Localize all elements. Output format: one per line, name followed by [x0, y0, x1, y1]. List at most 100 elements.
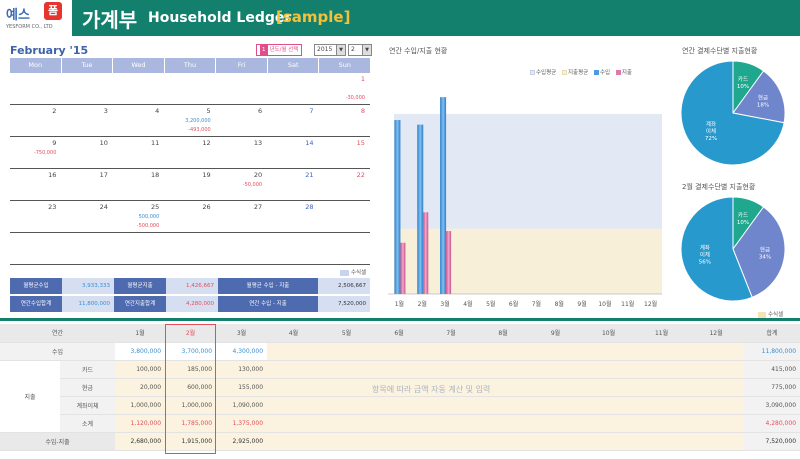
calendar-day-cell[interactable]: 20 -50,000 — [216, 169, 267, 200]
expense-cell[interactable] — [267, 414, 321, 433]
expense-cell[interactable] — [688, 414, 745, 433]
expense-cell[interactable]: 1,785,000 — [165, 414, 217, 433]
expense-cell[interactable] — [477, 414, 530, 433]
expense-cell[interactable] — [425, 414, 478, 433]
expense-cell[interactable] — [267, 360, 321, 379]
expense-cell[interactable] — [425, 396, 478, 415]
expense-cell[interactable] — [320, 396, 374, 415]
calendar-day-cell[interactable] — [10, 73, 61, 104]
expense-cell[interactable]: 1,000,000 — [165, 396, 217, 415]
calendar-day-cell[interactable]: 19 — [164, 169, 215, 200]
calendar-day-cell[interactable]: 18 — [113, 169, 164, 200]
calendar-day-cell[interactable]: 2 — [10, 105, 61, 136]
chevron-down-icon[interactable]: ▼ — [362, 45, 371, 55]
income-cell[interactable] — [582, 342, 636, 361]
calendar-day-cell[interactable]: 28 — [267, 201, 318, 232]
income-cell[interactable] — [320, 342, 374, 361]
calendar-day-cell[interactable]: 27 — [216, 201, 267, 232]
expense-cell[interactable]: 1,090,000 — [216, 396, 268, 415]
calendar-day-cell[interactable] — [164, 233, 215, 264]
calendar-day-cell[interactable]: 5 3,200,000 -493,000 — [164, 105, 215, 136]
calendar-day-cell[interactable] — [113, 73, 164, 104]
expense-cell[interactable] — [320, 414, 374, 433]
calendar-day-cell[interactable]: 22 — [319, 169, 370, 200]
expense-cell[interactable]: 130,000 — [216, 360, 268, 379]
calendar-day-cell[interactable]: 25 500,000 -500,000 — [113, 201, 164, 232]
expense-cell[interactable] — [688, 396, 745, 415]
expense-cell[interactable]: 155,000 — [216, 378, 268, 397]
income-cell[interactable]: 4,300,000 — [216, 342, 268, 361]
calendar-day-cell[interactable]: 13 — [216, 137, 267, 168]
expense-cell[interactable] — [373, 396, 426, 415]
calendar-day-cell[interactable] — [61, 73, 112, 104]
expense-cell[interactable] — [267, 396, 321, 415]
income-cell[interactable] — [373, 342, 426, 361]
calendar-day-cell[interactable]: 21 — [267, 169, 318, 200]
calendar-day-cell[interactable]: 9 -750,000 — [10, 137, 61, 168]
expense-cell[interactable] — [582, 396, 636, 415]
expense-cell[interactable] — [635, 414, 689, 433]
calendar-day-cell[interactable]: 1 -30,000 — [319, 73, 370, 104]
calendar-day-cell[interactable] — [10, 233, 61, 264]
income-cell[interactable] — [635, 342, 689, 361]
calendar-day-cell[interactable] — [319, 201, 370, 232]
expense-cell[interactable]: 20,000 — [115, 378, 166, 397]
income-cell[interactable] — [688, 342, 745, 361]
calendar-day-cell[interactable] — [216, 73, 267, 104]
chevron-down-icon[interactable]: ▼ — [336, 45, 345, 55]
calendar-day-cell[interactable] — [61, 233, 112, 264]
calendar-day-cell[interactable]: 7 — [267, 105, 318, 136]
expense-cell[interactable] — [582, 360, 636, 379]
expense-cell[interactable] — [529, 360, 583, 379]
calendar-day-cell[interactable]: 11 — [113, 137, 164, 168]
expense-cell[interactable]: 185,000 — [165, 360, 217, 379]
calendar-day-cell[interactable]: 24 — [61, 201, 112, 232]
calendar-day-cell[interactable]: 12 — [164, 137, 215, 168]
year-dropdown[interactable]: 2015 ▼ — [314, 44, 346, 56]
calendar-day-cell[interactable] — [267, 73, 318, 104]
expense-cell[interactable] — [635, 396, 689, 415]
expense-cell[interactable] — [425, 360, 478, 379]
calendar-day-cell[interactable]: 23 — [10, 201, 61, 232]
calendar-day-cell[interactable]: 16 — [10, 169, 61, 200]
expense-cell[interactable] — [477, 360, 530, 379]
calendar-day-cell[interactable]: 8 — [319, 105, 370, 136]
calendar-day-cell[interactable]: 17 — [61, 169, 112, 200]
expense-cell[interactable]: 100,000 — [115, 360, 166, 379]
expense-cell[interactable] — [373, 414, 426, 433]
expense-cell[interactable]: 1,120,000 — [115, 414, 166, 433]
income-cell[interactable]: 3,800,000 — [115, 342, 166, 361]
expense-cell[interactable] — [320, 360, 374, 379]
expense-cell[interactable] — [529, 414, 583, 433]
expense-cell[interactable] — [320, 378, 374, 397]
expense-cell[interactable] — [635, 378, 689, 397]
calendar-day-cell[interactable] — [216, 233, 267, 264]
calendar-day-cell[interactable] — [319, 233, 370, 264]
expense-cell[interactable] — [477, 396, 530, 415]
calendar-day-cell[interactable] — [164, 73, 215, 104]
expense-cell[interactable] — [688, 378, 745, 397]
calendar-day-cell[interactable]: 26 — [164, 201, 215, 232]
calendar-day-cell[interactable]: 4 — [113, 105, 164, 136]
income-cell[interactable] — [425, 342, 478, 361]
expense-cell[interactable]: 1,000,000 — [115, 396, 166, 415]
calendar-day-cell[interactable] — [113, 233, 164, 264]
expense-cell[interactable] — [373, 360, 426, 379]
expense-cell[interactable] — [582, 414, 636, 433]
expense-cell[interactable]: 600,000 — [165, 378, 217, 397]
calendar-day-cell[interactable]: 6 — [216, 105, 267, 136]
expense-cell[interactable] — [688, 360, 745, 379]
expense-cell[interactable] — [582, 378, 636, 397]
income-cell[interactable] — [529, 342, 583, 361]
calendar-day-cell[interactable]: 14 — [267, 137, 318, 168]
expense-cell[interactable] — [529, 396, 583, 415]
expense-cell[interactable] — [267, 378, 321, 397]
income-cell[interactable] — [477, 342, 530, 361]
month-dropdown[interactable]: 2 ▼ — [348, 44, 372, 56]
calendar-day-cell[interactable]: 10 — [61, 137, 112, 168]
income-cell[interactable] — [267, 342, 321, 361]
expense-cell[interactable]: 1,375,000 — [216, 414, 268, 433]
calendar-day-cell[interactable] — [267, 233, 318, 264]
calendar-day-cell[interactable]: 15 — [319, 137, 370, 168]
income-cell[interactable]: 3,700,000 — [165, 342, 217, 361]
